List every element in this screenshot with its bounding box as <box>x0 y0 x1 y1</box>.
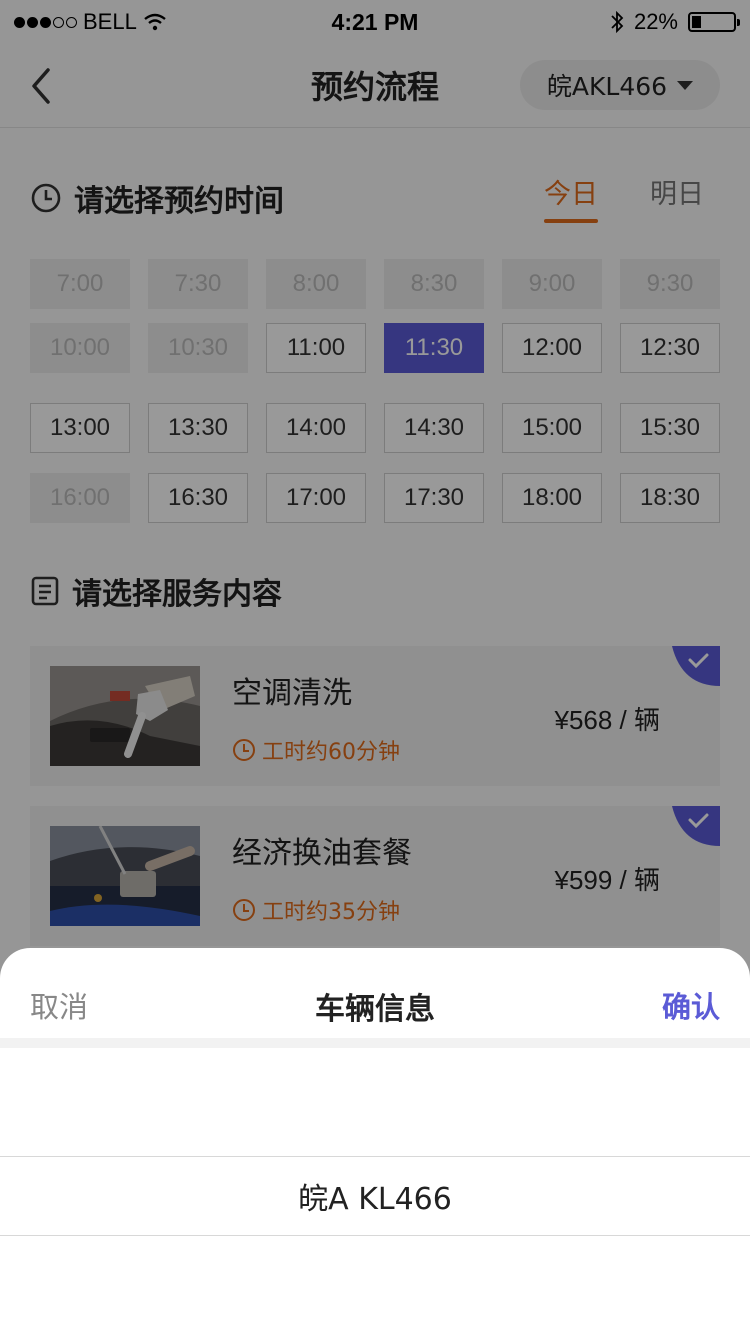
plate-picker-selected-row[interactable]: 皖A KL466 <box>0 1156 750 1236</box>
vehicle-info-sheet: 取消 车辆信息 确认 皖A KL466 <box>0 948 750 1334</box>
confirm-button[interactable]: 确认 <box>662 984 720 1026</box>
sheet-header: 取消 车辆信息 确认 <box>0 948 750 1048</box>
sheet-title: 车辆信息 <box>315 992 435 1027</box>
